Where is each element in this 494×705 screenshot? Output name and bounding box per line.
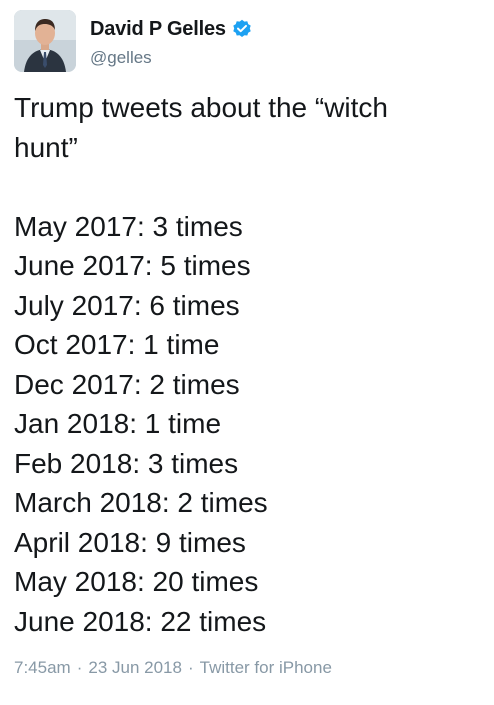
verified-badge-icon — [232, 19, 252, 39]
name-row: David P Gelles — [90, 16, 252, 42]
tweet-text-line: hunt” — [14, 131, 78, 163]
list-item: Feb 2018: 3 times — [14, 447, 239, 479]
list-item: Dec 2017: 2 times — [14, 368, 240, 400]
tweet-text-line: Trump tweets about the “witch — [14, 92, 389, 123]
tweet-meta: 7:45am · 23 Jun 2018 · Twitter for iPhon… — [14, 658, 332, 678]
meta-separator: · — [187, 658, 194, 677]
tweet-time[interactable]: 7:45am — [14, 658, 71, 678]
list-item: July 2017: 6 times — [14, 289, 240, 321]
list-item: Jan 2018: 1 time — [14, 408, 222, 439]
tweet-text: Trump tweets about the “witch hunt” May … — [14, 88, 484, 641]
list-item: April 2018: 9 times — [14, 526, 246, 558]
author-display-name[interactable]: David P Gelles — [90, 18, 226, 41]
tweet-card: David P Gelles @gelles Trump tweets abou… — [0, 0, 494, 705]
list-item: Oct 2017: 1 time — [14, 329, 220, 360]
paragraph-break — [14, 167, 484, 207]
list-item: March 2018: 2 times — [14, 487, 268, 518]
list-item: May 2018: 20 times — [14, 566, 259, 597]
author-block: David P Gelles @gelles — [90, 16, 252, 68]
author-handle[interactable]: @gelles — [90, 48, 252, 68]
tweet-source[interactable]: Twitter for iPhone — [200, 658, 332, 678]
list-item: May 2017: 3 times — [14, 210, 243, 242]
tweet-date[interactable]: 23 Jun 2018 — [88, 658, 182, 678]
list-item: June 2018: 22 times — [14, 605, 267, 637]
meta-separator: · — [76, 658, 83, 677]
tweet-header: David P Gelles @gelles — [14, 10, 252, 74]
list-item: June 2017: 5 times — [14, 250, 251, 281]
avatar[interactable] — [14, 10, 76, 72]
avatar-image — [14, 10, 76, 72]
